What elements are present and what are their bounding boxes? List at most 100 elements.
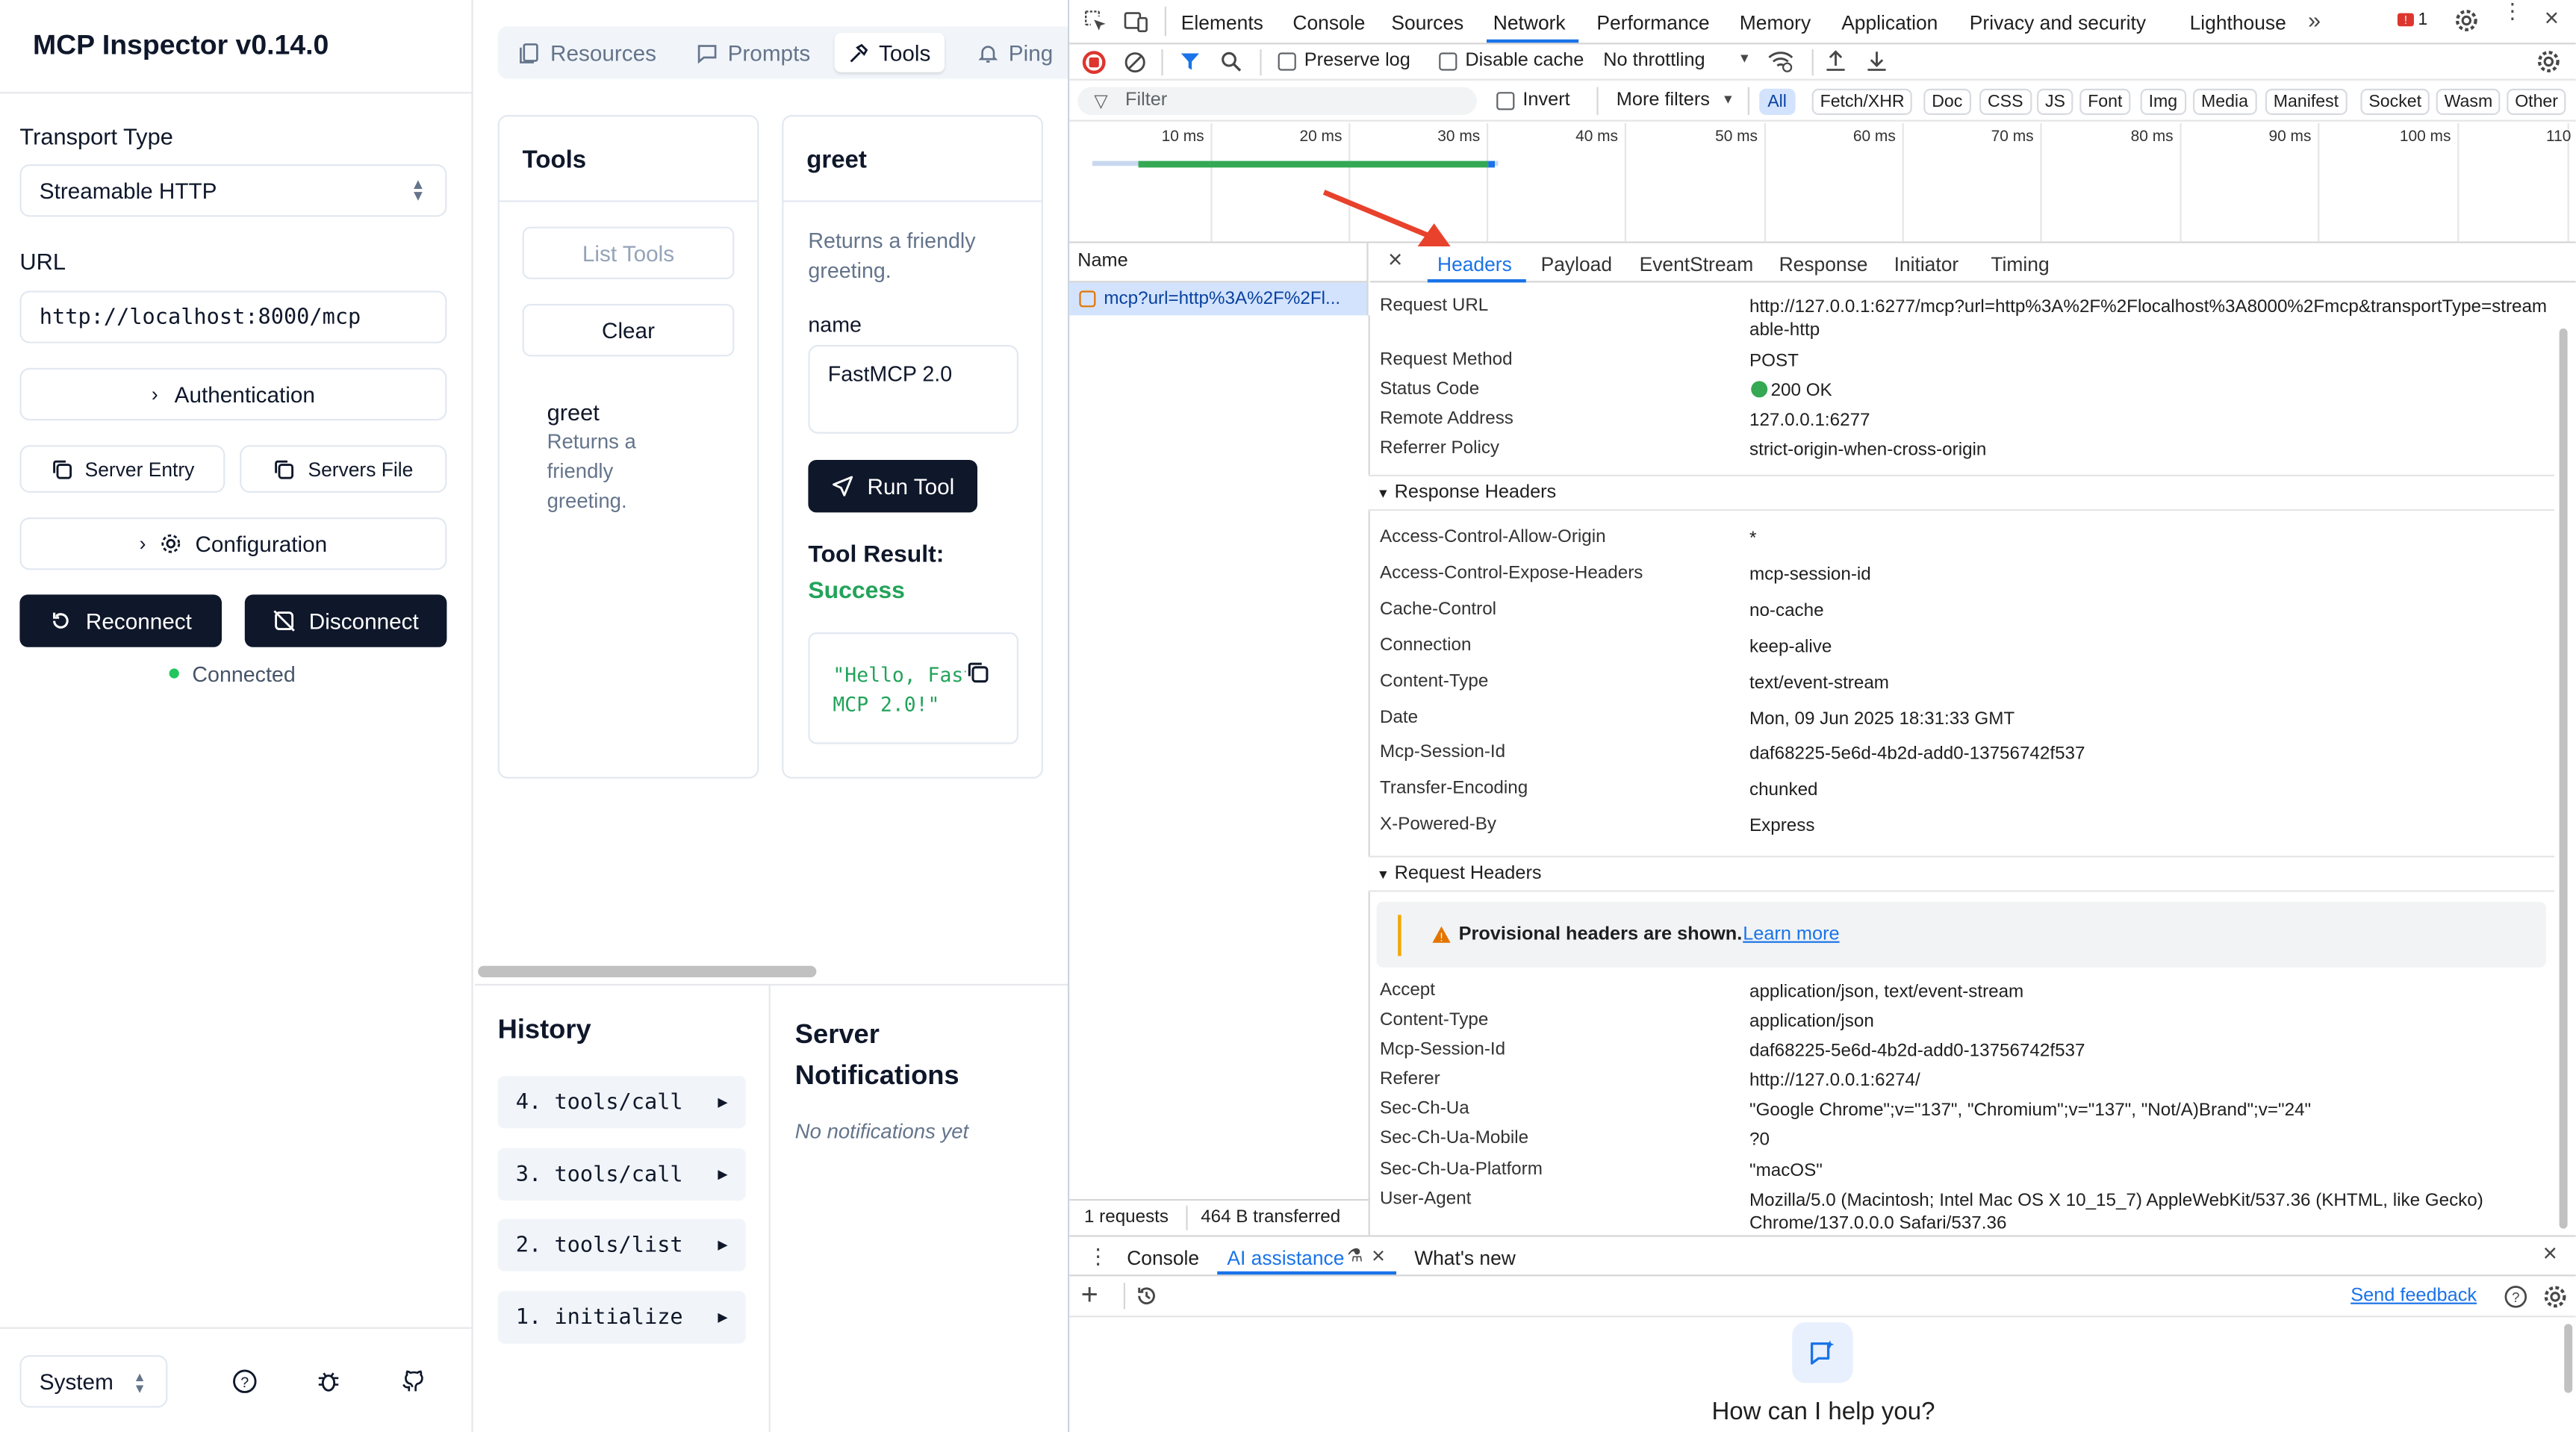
detail-tab-response[interactable]: Response xyxy=(1779,253,1868,276)
tab-ping[interactable]: Ping xyxy=(964,33,1065,72)
transport-type-select[interactable]: Streamable HTTP ▲ ▼ xyxy=(19,164,447,217)
authentication-button[interactable]: › Authentication xyxy=(19,367,447,421)
timeline-overview[interactable] xyxy=(1069,122,2576,243)
type-filter-css[interactable]: CSS xyxy=(1979,88,2032,115)
url-input[interactable]: http://localhost:8000/mcp xyxy=(19,290,447,343)
type-filter-other[interactable]: Other xyxy=(2507,88,2566,115)
history-item[interactable]: 1. initialize ▶ xyxy=(497,1291,746,1344)
history-item[interactable]: 4. tools/call ▶ xyxy=(497,1076,746,1129)
detail-tab-initiator[interactable]: Initiator xyxy=(1894,253,1959,276)
disconnect-button[interactable]: Disconnect xyxy=(244,594,447,647)
devtools-tab-application[interactable]: Application xyxy=(1841,11,1938,34)
close-tab-icon[interactable]: × xyxy=(1372,1242,1385,1268)
type-filter-wasm[interactable]: Wasm xyxy=(2436,88,2501,115)
drawer-menu-icon[interactable]: ⋮ xyxy=(1087,1243,1109,1269)
plus-icon[interactable]: + xyxy=(1081,1278,1098,1313)
devtools-tab-elements[interactable]: Elements xyxy=(1181,11,1263,34)
connection-status: Connected xyxy=(192,661,296,687)
bug-icon[interactable] xyxy=(315,1369,341,1395)
type-filter-manifest[interactable]: Manifest xyxy=(2265,88,2348,115)
tool-list-item-greet[interactable]: greet Returns a friendly greeting. xyxy=(523,386,735,534)
request-headers-section[interactable]: ▼ Request Headers xyxy=(1368,856,2554,892)
help-icon[interactable]: ? xyxy=(231,1369,258,1395)
list-tools-button[interactable]: List Tools xyxy=(522,226,735,279)
close-drawer-icon[interactable]: × xyxy=(2543,1240,2557,1268)
learn-more-link[interactable]: Learn more xyxy=(1743,925,1839,944)
more-filters-button[interactable]: More filters xyxy=(1617,90,1710,110)
run-tool-button[interactable]: Run Tool xyxy=(808,460,977,513)
filter-placeholder: Filter xyxy=(1125,90,1168,110)
send-feedback-link[interactable]: Send feedback xyxy=(2351,1286,2477,1306)
horizontal-scrollbar[interactable] xyxy=(478,965,817,977)
type-filter-font[interactable]: Font xyxy=(2079,88,2131,115)
settings-gear-icon[interactable] xyxy=(2454,8,2479,33)
detail-tab-eventstream[interactable]: EventStream xyxy=(1640,253,1754,276)
filter-funnel-icon[interactable] xyxy=(1180,51,1201,72)
play-icon: ▶ xyxy=(718,1093,728,1112)
device-toolbar-icon[interactable] xyxy=(1124,10,1148,33)
type-filter-all[interactable]: All xyxy=(1759,88,1795,115)
export-har-icon[interactable] xyxy=(1866,49,1888,72)
issues-badge[interactable]: ! 1 xyxy=(2397,10,2427,30)
disable-cache-checkbox[interactable] xyxy=(1439,52,1457,71)
panel-divider[interactable] xyxy=(474,983,1068,986)
devtools-tab-performance[interactable]: Performance xyxy=(1596,11,1709,34)
servers-file-button[interactable]: Servers File xyxy=(240,445,447,493)
drawer-tab-whats-new[interactable]: What's new xyxy=(1414,1247,1516,1270)
tab-resources[interactable]: Resources xyxy=(506,33,670,72)
help-icon[interactable]: ? xyxy=(2504,1284,2528,1309)
devtools-tab-memory[interactable]: Memory xyxy=(1740,11,1811,34)
detail-tab-headers[interactable]: Headers xyxy=(1437,253,1512,276)
throttling-select[interactable]: No throttling xyxy=(1603,51,1705,70)
detail-tab-timing[interactable]: Timing xyxy=(1991,253,2049,276)
type-filter-socket[interactable]: Socket xyxy=(2360,88,2430,115)
network-conditions-icon[interactable] xyxy=(1767,49,1793,74)
settings-gear-icon[interactable] xyxy=(2543,1284,2568,1309)
close-icon[interactable]: × xyxy=(2545,5,2559,33)
history-icon[interactable] xyxy=(1135,1284,1158,1307)
history-item[interactable]: 2. tools/list ▶ xyxy=(497,1218,746,1271)
drawer-tab-ai-assistance[interactable]: AI assistance xyxy=(1227,1247,1344,1270)
record-stop-icon[interactable] xyxy=(1082,51,1106,74)
devtools-tab-sources[interactable]: Sources xyxy=(1391,11,1463,34)
github-icon[interactable] xyxy=(399,1369,426,1395)
detail-scrollbar[interactable] xyxy=(2559,329,2568,1229)
theme-select[interactable]: System ▲ ▼ xyxy=(19,1355,168,1408)
devtools-tab-console[interactable]: Console xyxy=(1292,11,1365,34)
param-name-input[interactable]: FastMCP 2.0 xyxy=(808,345,1018,434)
import-har-icon[interactable] xyxy=(1825,49,1847,72)
header-value: 200 OK xyxy=(1770,381,1832,401)
type-filter-doc[interactable]: Doc xyxy=(1923,88,1971,115)
invert-checkbox[interactable] xyxy=(1496,92,1515,110)
search-icon[interactable] xyxy=(1221,51,1242,72)
devtools-tab-network[interactable]: Network xyxy=(1493,11,1566,34)
response-headers-section[interactable]: ▼ Response Headers xyxy=(1368,474,2554,511)
inspect-element-icon[interactable] xyxy=(1084,10,1107,33)
network-settings-icon[interactable] xyxy=(2536,49,2561,74)
clear-log-icon[interactable] xyxy=(1124,51,1147,74)
clear-button[interactable]: Clear xyxy=(522,304,735,357)
kebab-menu-icon[interactable]: ⋮ xyxy=(2502,0,2524,22)
configuration-button[interactable]: › Configuration xyxy=(19,517,447,570)
devtools-tab-privacy[interactable]: Privacy and security xyxy=(1970,11,2146,34)
type-filter-js[interactable]: JS xyxy=(2037,88,2073,115)
tab-prompts[interactable]: Prompts xyxy=(683,33,824,72)
active-drawer-tab-indicator xyxy=(1217,1271,1396,1275)
copy-icon[interactable] xyxy=(965,660,991,685)
history-item[interactable]: 3. tools/call ▶ xyxy=(497,1148,746,1201)
filter-input[interactable]: ▽ Filter xyxy=(1077,87,1477,115)
tab-tools[interactable]: Tools xyxy=(834,33,944,72)
server-entry-button[interactable]: Server Entry xyxy=(19,445,225,493)
type-filter-media[interactable]: Media xyxy=(2193,88,2256,115)
drawer-tab-console[interactable]: Console xyxy=(1127,1247,1199,1270)
chevron-right-icon: › xyxy=(151,382,158,406)
reconnect-button[interactable]: Reconnect xyxy=(19,594,223,647)
preserve-log-checkbox[interactable] xyxy=(1278,52,1296,71)
drawer-scrollbar[interactable] xyxy=(2564,1324,2573,1393)
devtools-tab-lighthouse[interactable]: Lighthouse xyxy=(2190,11,2286,34)
type-filter-img[interactable]: Img xyxy=(2140,88,2186,115)
detail-tab-payload[interactable]: Payload xyxy=(1541,253,1612,276)
request-row[interactable]: mcp?url=http%3A%2F%2Fl... xyxy=(1069,282,1369,316)
type-filter-fetch-xhr[interactable]: Fetch/XHR xyxy=(1811,88,1913,115)
more-tabs-icon[interactable]: » xyxy=(2308,7,2321,33)
